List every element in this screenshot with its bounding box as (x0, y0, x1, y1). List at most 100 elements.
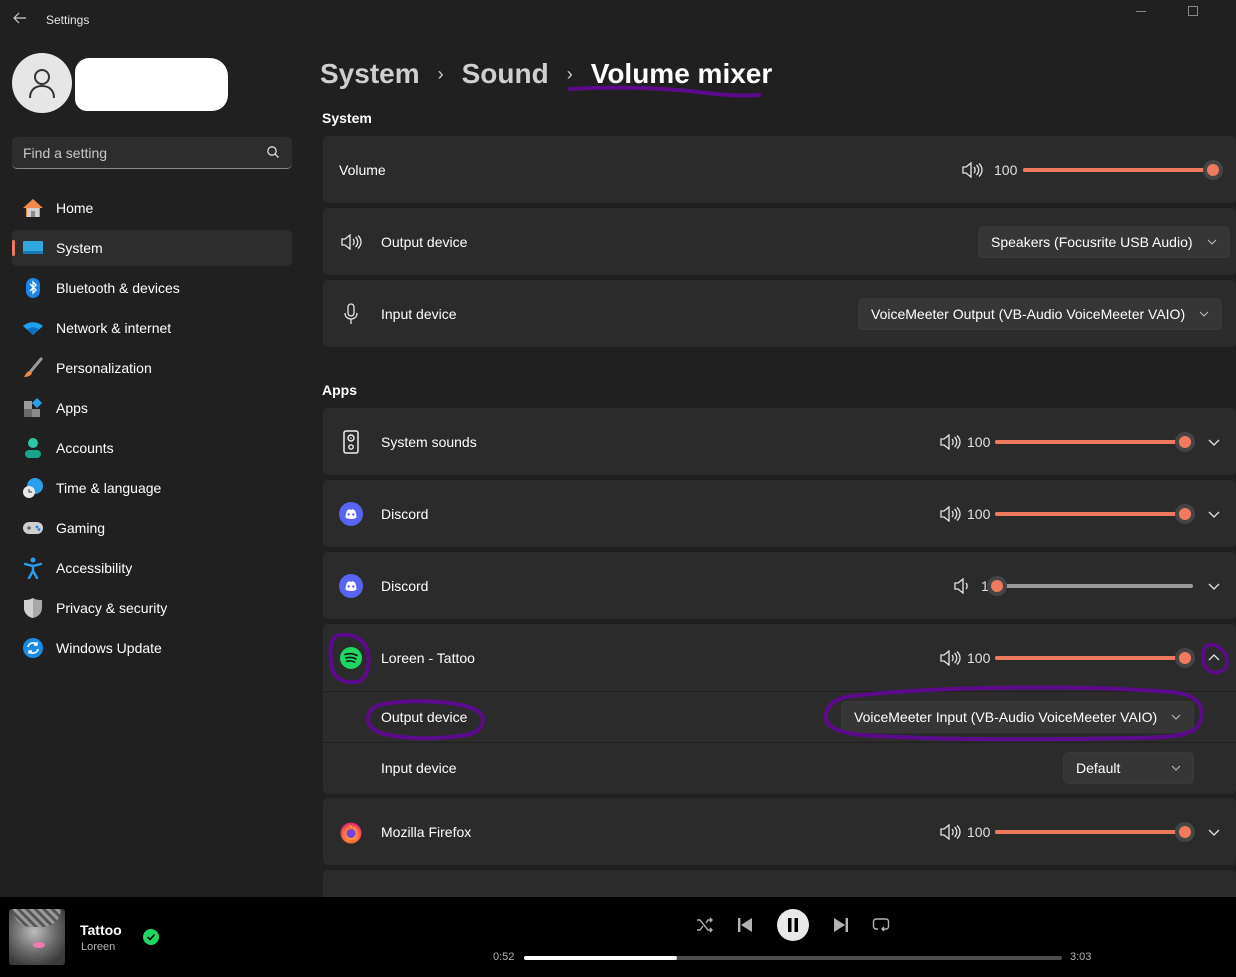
slider-thumb[interactable] (1203, 159, 1223, 180)
speaker-low-icon[interactable] (953, 577, 975, 594)
apps-icon (22, 397, 44, 419)
chevron-down-icon (1171, 714, 1181, 720)
collapse-button[interactable] (1202, 646, 1226, 670)
speaker-icon[interactable] (961, 161, 983, 178)
expand-button[interactable] (1202, 820, 1226, 844)
sidebar-item-label: Apps (56, 400, 88, 416)
sidebar-item-accessibility[interactable]: Accessibility (12, 550, 292, 586)
input-device-dropdown[interactable]: VoiceMeeter Output (VB-Audio VoiceMeeter… (858, 298, 1223, 330)
slider-thumb[interactable] (1175, 647, 1195, 668)
next-icon (834, 918, 848, 932)
progress-bar[interactable] (524, 956, 1062, 960)
input-device-label: Input device (381, 305, 457, 322)
next-button[interactable] (829, 913, 853, 937)
sidebar-item-label: Windows Update (56, 640, 162, 656)
volume-slider[interactable] (1023, 155, 1223, 185)
breadcrumb-sound[interactable]: Sound (462, 58, 549, 90)
sidebar-item-network[interactable]: Network & internet (12, 310, 292, 346)
chevron-down-icon (1171, 765, 1181, 771)
album-art[interactable] (9, 909, 65, 965)
app-name: Loreen - Tattoo (381, 649, 475, 666)
expand-button[interactable] (1202, 574, 1226, 598)
maximize-button[interactable] (1188, 6, 1198, 16)
app-volume-slider[interactable] (995, 817, 1195, 847)
sidebar-item-home[interactable]: Home (12, 190, 292, 226)
app-row: System sounds 100 (323, 408, 1236, 475)
duration-time: 3:03 (1070, 951, 1092, 963)
track-title[interactable]: Tattoo (80, 922, 122, 938)
app-row: Loreen - Tattoo 100 (323, 624, 1236, 691)
app-output-device-dropdown[interactable]: VoiceMeeter Input (VB-Audio VoiceMeeter … (841, 701, 1195, 733)
track-artist[interactable]: Loreen (81, 941, 115, 953)
app-volume-value: 100 (967, 433, 991, 450)
sidebar-item-gaming[interactable]: Gaming (12, 510, 292, 546)
back-button[interactable] (10, 10, 30, 30)
slider-thumb[interactable] (1175, 503, 1195, 524)
shuffle-button[interactable] (693, 913, 717, 937)
speaker-icon[interactable] (939, 649, 961, 666)
breadcrumb-separator: › (566, 63, 573, 84)
speaker-icon[interactable] (939, 823, 961, 840)
chevron-down-icon (1208, 511, 1220, 518)
expand-button[interactable] (1202, 430, 1226, 454)
sidebar-item-privacy-security[interactable]: Privacy & security (12, 590, 292, 626)
search-icon[interactable] (266, 145, 280, 159)
app-volume-slider[interactable] (995, 643, 1195, 673)
update-icon (22, 637, 44, 659)
search-input[interactable] (12, 137, 292, 168)
sidebar-item-windows-update[interactable]: Windows Update (12, 630, 292, 666)
app-row: Discord 1 (323, 552, 1236, 619)
app-row: Mozilla Firefox 100 (323, 798, 1236, 865)
minimize-button[interactable] (1136, 4, 1150, 18)
app-name: Discord (381, 505, 429, 522)
output-device-card: Output device Speakers (Focusrite USB Au… (323, 208, 1236, 275)
output-device-dropdown[interactable]: Speakers (Focusrite USB Audio) (978, 226, 1230, 258)
chevron-up-icon (1208, 653, 1220, 660)
app-volume-slider[interactable] (995, 499, 1195, 529)
sidebar-item-system[interactable]: System (12, 230, 292, 266)
firefox-icon (339, 820, 363, 844)
spotify-icon (339, 646, 363, 670)
annotation-underline (568, 85, 761, 98)
breadcrumb-separator: › (437, 63, 444, 84)
title-bar: Settings (0, 0, 1236, 40)
sidebar-item-accounts[interactable]: Accounts (12, 430, 292, 466)
liked-check-icon[interactable] (143, 929, 159, 945)
speaker-icon[interactable] (939, 433, 961, 450)
slider-thumb[interactable] (986, 575, 1007, 596)
slider-fill (995, 511, 1185, 516)
app-card-firefox: Mozilla Firefox 100 (323, 798, 1236, 865)
expand-button[interactable] (1202, 502, 1226, 526)
avatar[interactable] (12, 53, 72, 113)
app-input-device-dropdown[interactable]: Default (1063, 752, 1194, 784)
output-device-row: Output device Speakers (Focusrite USB Au… (323, 208, 1236, 275)
dropdown-value: VoiceMeeter Output (VB-Audio VoiceMeeter… (871, 306, 1186, 322)
slider-fill (1023, 167, 1213, 172)
app-volume-slider[interactable] (986, 571, 1193, 601)
previous-button[interactable] (733, 913, 757, 937)
sidebar-item-time-language[interactable]: Time & language (12, 470, 292, 506)
slider-thumb[interactable] (1175, 431, 1195, 452)
app-volume-control: 100 (939, 817, 1201, 847)
dropdown-value: VoiceMeeter Input (VB-Audio VoiceMeeter … (854, 709, 1158, 725)
slider-thumb[interactable] (1175, 821, 1195, 842)
sidebar-item-personalization[interactable]: Personalization (12, 350, 292, 386)
chevron-down-icon (1208, 439, 1220, 446)
app-input-device-row: Input device Default (323, 743, 1236, 793)
repeat-button[interactable] (869, 913, 893, 937)
speaker-icon[interactable] (939, 505, 961, 522)
sidebar-item-apps[interactable]: Apps (12, 390, 292, 426)
breadcrumb-system[interactable]: System (320, 58, 420, 90)
speaker-icon (339, 230, 363, 254)
app-card-system-sounds: System sounds 100 (323, 408, 1236, 475)
app-volume-slider[interactable] (995, 427, 1195, 457)
chevron-down-icon (1199, 311, 1209, 317)
chevron-down-icon (1208, 583, 1220, 590)
sidebar-item-bluetooth[interactable]: Bluetooth & devices (12, 270, 292, 306)
pause-button[interactable] (777, 909, 809, 941)
system-sounds-icon (339, 429, 363, 454)
search-box[interactable] (12, 137, 292, 169)
volume-row: Volume 100 (323, 136, 1236, 203)
app-card-spotify: Loreen - Tattoo 100 Output device VoiceM… (323, 624, 1236, 794)
input-device-row: Input device VoiceMeeter Output (VB-Audi… (323, 280, 1236, 347)
